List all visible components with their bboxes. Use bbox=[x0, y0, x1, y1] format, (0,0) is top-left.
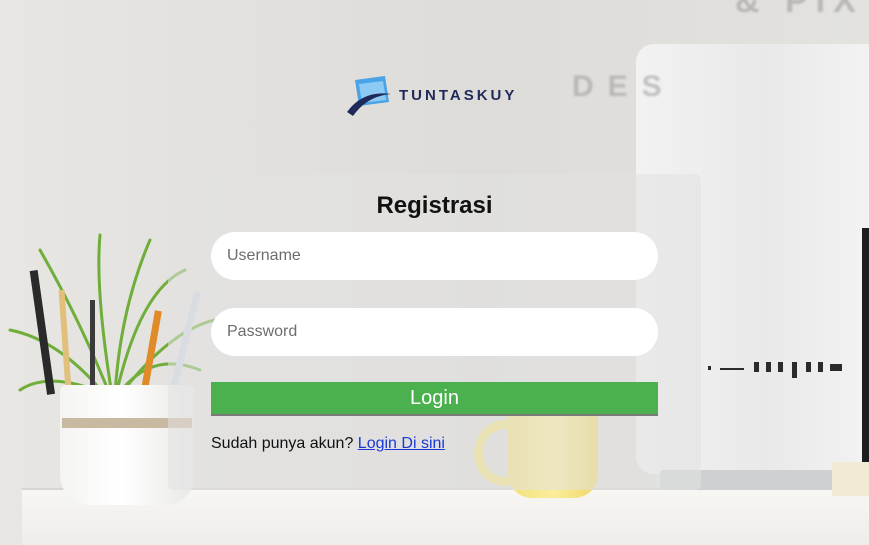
password-input[interactable] bbox=[211, 308, 658, 356]
username-input[interactable] bbox=[211, 232, 658, 280]
monitor-screen-edge bbox=[862, 228, 869, 478]
monitor-ports bbox=[708, 362, 848, 378]
notepad bbox=[832, 462, 869, 496]
login-link[interactable]: Login Di sini bbox=[358, 435, 445, 452]
tuntaskuy-logo-icon bbox=[347, 76, 391, 116]
brand-name: TUNTASKUY bbox=[399, 86, 518, 104]
wall-lettering-top: & PIX bbox=[735, 0, 864, 20]
form-title: Registrasi bbox=[376, 192, 493, 219]
login-button[interactable]: Login bbox=[211, 382, 658, 416]
login-prompt-text: Sudah punya akun? bbox=[211, 435, 354, 452]
login-prompt: Sudah punya akun? Login Di sini bbox=[211, 435, 445, 453]
brand-logo: TUNTASKUY bbox=[345, 72, 517, 118]
wall-lettering: DES bbox=[572, 70, 676, 103]
